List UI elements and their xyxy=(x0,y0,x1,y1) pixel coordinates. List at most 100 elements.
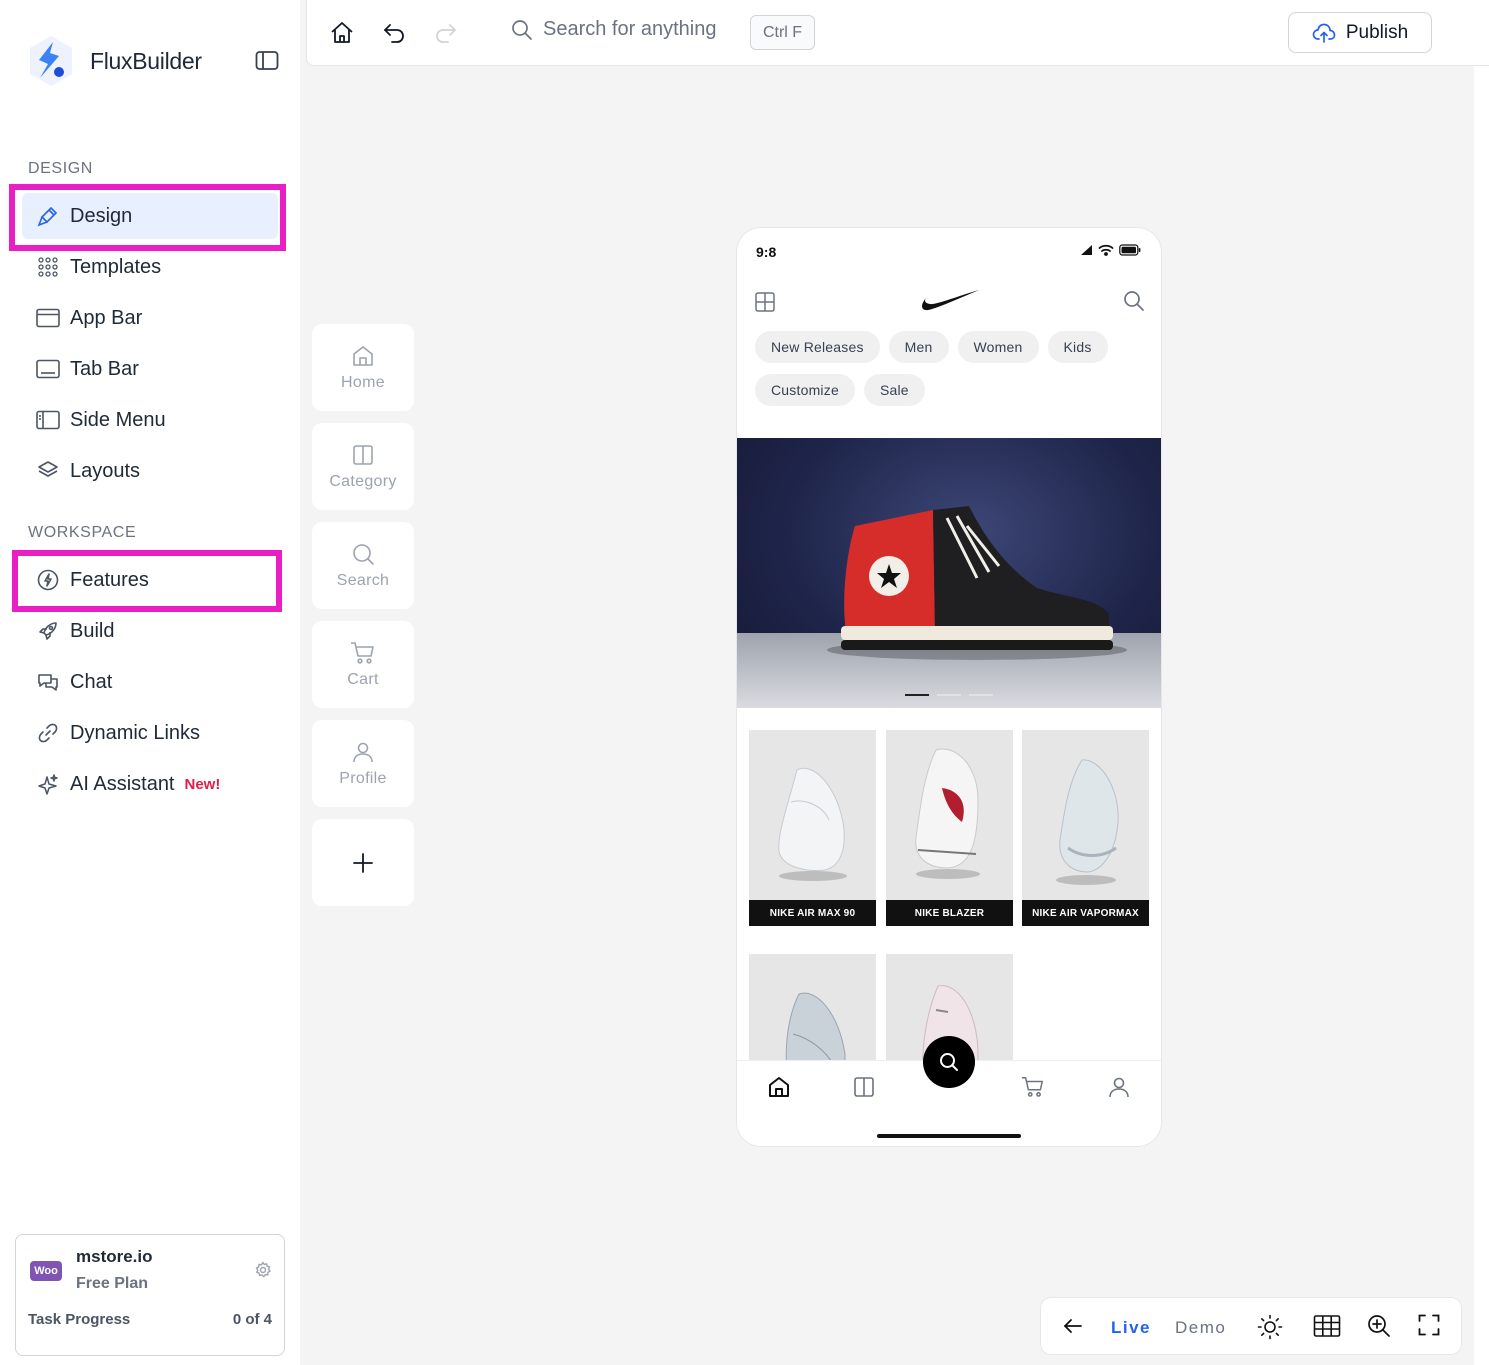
product-card[interactable]: NIKE BLAZER xyxy=(886,730,1013,926)
sidebar-item-label: Build xyxy=(70,619,115,642)
redo-icon xyxy=(436,24,456,43)
search-icon xyxy=(512,19,532,40)
sneaker-image xyxy=(827,506,1127,660)
category-chips: New Releases Men Women Kids Customize Sa… xyxy=(755,331,1135,406)
nike-swoosh-logo xyxy=(922,290,979,311)
grid-toggle-button[interactable] xyxy=(1313,1314,1341,1338)
wifi-icon xyxy=(1098,244,1114,256)
zoom-in-button[interactable] xyxy=(1367,1314,1391,1338)
sidebar-item-ai-assistant[interactable]: AI Assistant New! xyxy=(22,761,278,807)
undo-button[interactable] xyxy=(381,20,407,46)
cart-icon[interactable] xyxy=(1021,1075,1045,1099)
woo-logo: Woo xyxy=(30,1261,62,1281)
chip-kids[interactable]: Kids xyxy=(1047,331,1108,363)
battery-icon xyxy=(1119,244,1141,256)
store-card[interactable]: Woo mstore.io Free Plan Task Progress 0 … xyxy=(15,1234,285,1356)
task-progress-label: Task Progress xyxy=(28,1311,131,1328)
home-button[interactable] xyxy=(329,20,355,46)
carousel-dot[interactable] xyxy=(969,694,993,696)
search-fab[interactable] xyxy=(923,1036,975,1088)
search-icon xyxy=(353,543,374,565)
demo-mode-tab[interactable]: Demo xyxy=(1175,1318,1226,1338)
grid-menu-icon[interactable] xyxy=(755,292,775,312)
undo-icon xyxy=(384,24,404,43)
zoom-in-icon xyxy=(1368,1315,1390,1337)
sidebar-item-label: Layouts xyxy=(70,459,141,482)
grid-dots-icon xyxy=(36,255,60,279)
sidebar-item-layouts[interactable]: Layouts xyxy=(22,448,278,494)
screen-profile[interactable]: Profile xyxy=(312,720,414,807)
product-name: NIKE AIR VAPORMAX xyxy=(1022,900,1149,926)
fullscreen-icon xyxy=(1418,1314,1440,1336)
screen-label: Profile xyxy=(339,769,387,787)
sidebar-toggle-icon[interactable] xyxy=(255,50,279,72)
columns-icon[interactable] xyxy=(852,1075,876,1099)
home-icon xyxy=(353,345,373,366)
chat-icon xyxy=(36,670,60,694)
search-input[interactable] xyxy=(543,18,743,41)
screen-label: Category xyxy=(329,472,397,490)
sidebar-item-chat[interactable]: Chat xyxy=(22,659,278,705)
screen-home[interactable]: Home xyxy=(312,324,414,411)
hero-banner[interactable] xyxy=(737,438,1161,708)
screen-label: Cart xyxy=(347,670,379,688)
sidebar-item-label: Tab Bar xyxy=(70,357,139,380)
store-name: mstore.io xyxy=(76,1247,153,1266)
global-search[interactable] xyxy=(511,18,743,41)
carousel-dot[interactable] xyxy=(905,694,929,696)
product-card[interactable]: NIKE AIR MAX 90 xyxy=(749,730,876,926)
status-icons xyxy=(1079,244,1141,256)
cloud-upload-icon xyxy=(1312,23,1336,43)
sidebar-item-label: Side Menu xyxy=(70,408,166,431)
sidebar-item-label: App Bar xyxy=(70,306,143,329)
brand-name: FluxBuilder xyxy=(90,47,202,74)
search-icon[interactable] xyxy=(1123,290,1145,312)
arrow-left-icon xyxy=(1064,1319,1082,1333)
home-icon[interactable] xyxy=(767,1075,791,1099)
add-screen-button[interactable] xyxy=(312,819,414,906)
product-image xyxy=(778,767,847,881)
right-panel-edge xyxy=(1474,66,1489,1365)
chip-women[interactable]: Women xyxy=(957,331,1039,363)
chip-sale[interactable]: Sale xyxy=(863,374,925,406)
fullscreen-button[interactable] xyxy=(1418,1314,1440,1336)
screen-cart[interactable]: Cart xyxy=(312,621,414,708)
sidebar-item-side-menu[interactable]: Side Menu xyxy=(22,397,278,443)
signal-icon xyxy=(1081,245,1092,255)
phone-preview: 9:8 New Releases Men Women Kids Customiz… xyxy=(737,228,1161,1146)
user-icon[interactable] xyxy=(1107,1075,1131,1099)
store-plan: Free Plan xyxy=(76,1275,149,1292)
sidebar-item-tab-bar[interactable]: Tab Bar xyxy=(22,346,278,392)
redo-button[interactable] xyxy=(433,20,459,46)
sidebar-item-build[interactable]: Build xyxy=(22,608,278,654)
gear-icon[interactable] xyxy=(254,1261,272,1279)
publish-label: Publish xyxy=(1345,21,1409,43)
sidebar-item-label: AI Assistant xyxy=(70,772,175,795)
layers-icon xyxy=(36,459,60,483)
app-bar-icon xyxy=(36,306,60,330)
carousel-dots xyxy=(905,694,993,696)
status-time: 9:8 xyxy=(756,244,777,260)
chip-new-releases[interactable]: New Releases xyxy=(755,331,880,363)
screen-search[interactable]: Search xyxy=(312,522,414,609)
live-mode-tab[interactable]: Live xyxy=(1111,1318,1151,1338)
back-button[interactable] xyxy=(1061,1314,1085,1338)
chip-customize[interactable]: Customize xyxy=(755,374,855,406)
product-name: NIKE AIR MAX 90 xyxy=(749,900,876,926)
sidebar-item-label: Chat xyxy=(70,670,113,693)
sidebar-item-app-bar[interactable]: App Bar xyxy=(22,295,278,341)
sidebar-item-dynamic-links[interactable]: Dynamic Links xyxy=(22,710,278,756)
carousel-dot[interactable] xyxy=(937,694,961,696)
design-section-label: DESIGN xyxy=(28,160,93,177)
brand[interactable]: FluxBuilder xyxy=(26,34,202,88)
columns-icon xyxy=(353,444,373,465)
screen-label: Home xyxy=(341,373,385,391)
chip-men[interactable]: Men xyxy=(888,331,949,363)
screen-category[interactable]: Category xyxy=(312,423,414,510)
theme-toggle-button[interactable] xyxy=(1257,1314,1283,1340)
publish-button[interactable]: Publish xyxy=(1288,12,1432,53)
fluxbuilder-logo-icon xyxy=(30,36,72,86)
product-name: NIKE BLAZER xyxy=(886,900,1013,926)
product-card[interactable]: NIKE AIR VAPORMAX xyxy=(1022,730,1149,926)
workspace-section-label: WORKSPACE xyxy=(28,524,137,541)
